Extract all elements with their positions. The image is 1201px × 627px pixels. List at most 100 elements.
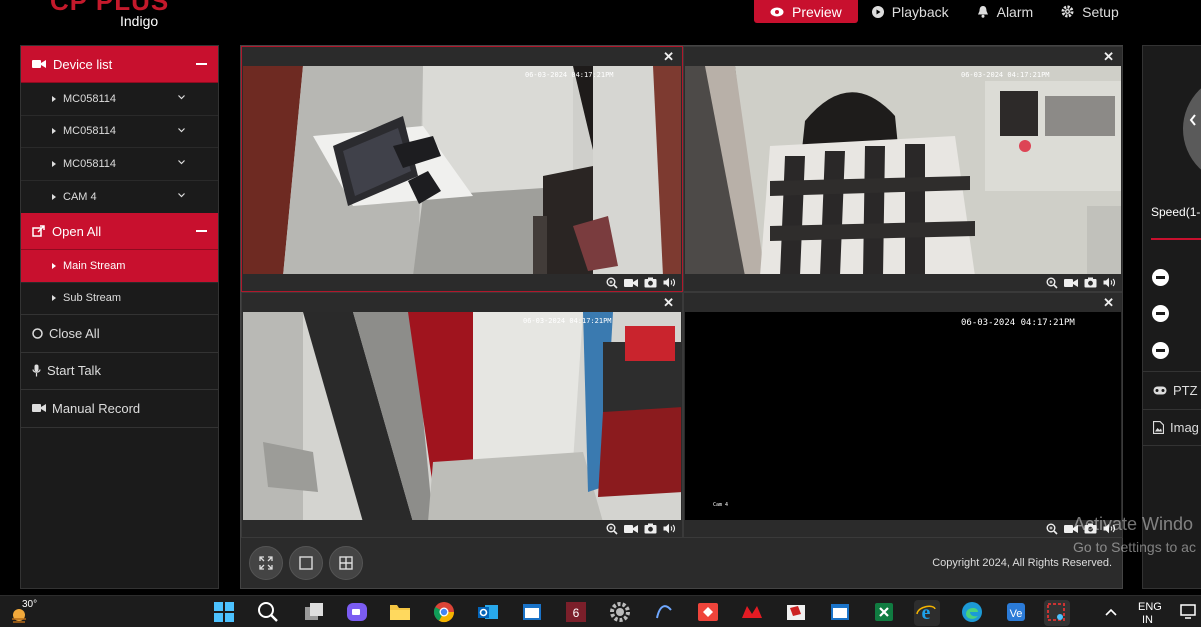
search-button[interactable] xyxy=(256,600,282,626)
single-view-button[interactable] xyxy=(289,546,323,580)
zoom-icon[interactable] xyxy=(1046,523,1058,535)
close-icon[interactable]: ✕ xyxy=(1103,295,1114,311)
record-icon[interactable] xyxy=(1064,278,1078,288)
device-item[interactable]: MC058114 xyxy=(21,83,218,116)
start-talk-button[interactable]: Start Talk xyxy=(21,353,218,390)
camera-scene-3 xyxy=(243,312,681,520)
nav-playback[interactable]: Playback xyxy=(858,0,963,23)
record-icon[interactable] xyxy=(624,524,638,534)
device-list-header[interactable]: Device list xyxy=(21,46,218,83)
weather-widget[interactable]: 30° xyxy=(8,599,48,625)
app-window-2[interactable] xyxy=(828,600,854,626)
image-button[interactable]: Imag xyxy=(1143,409,1201,446)
close-icon[interactable]: ✕ xyxy=(1103,49,1114,65)
device-item[interactable]: MC058114 xyxy=(21,116,218,148)
nav-alarm[interactable]: Alarm xyxy=(963,0,1048,23)
ptz-direction-pad[interactable] xyxy=(1183,74,1201,184)
nav-preview[interactable]: Preview xyxy=(754,0,858,23)
region-code: IN xyxy=(1142,614,1153,626)
file-explorer-app[interactable] xyxy=(388,600,414,626)
script-icon xyxy=(656,605,672,619)
speed-slider[interactable] xyxy=(1151,238,1201,240)
outlook-app[interactable] xyxy=(476,600,502,626)
speed-label: Speed(1- xyxy=(1151,205,1201,219)
chevron-down-icon[interactable] xyxy=(178,127,185,133)
iris-out-button[interactable] xyxy=(1152,342,1169,359)
app-ve[interactable]: Ve xyxy=(1004,600,1030,626)
start-button[interactable] xyxy=(212,600,238,626)
microchip-app[interactable] xyxy=(740,600,766,626)
snapshot-icon[interactable] xyxy=(644,277,657,288)
tally-app[interactable]: 6 xyxy=(564,600,590,626)
anydesk-app[interactable] xyxy=(696,600,722,626)
focus-out-button[interactable] xyxy=(1152,305,1169,322)
edge-app[interactable] xyxy=(960,600,986,626)
script-app[interactable] xyxy=(652,600,678,626)
record-icon[interactable] xyxy=(624,278,638,288)
ve-app-icon: Ve xyxy=(1007,603,1025,621)
manual-record-button[interactable]: Manual Record xyxy=(21,390,218,428)
camera-cell-2[interactable]: ✕ 06-03-2024 04:17:21PM xyxy=(683,46,1123,292)
snapshot-icon[interactable] xyxy=(644,523,657,534)
open-all-header[interactable]: Open All xyxy=(21,213,218,250)
camera-feed[interactable]: 06-03-2024 04:17:21PM xyxy=(685,66,1121,274)
zoom-icon[interactable] xyxy=(1046,277,1058,289)
window-app-icon xyxy=(523,604,541,620)
app-red-box[interactable] xyxy=(784,600,810,626)
audio-icon[interactable] xyxy=(1103,277,1116,288)
monitor-icon[interactable] xyxy=(1180,604,1196,620)
chevron-left-icon[interactable] xyxy=(1189,114,1197,126)
camera-feed[interactable]: 06-03-2024 04:17:21PM xyxy=(243,66,681,274)
audio-icon[interactable] xyxy=(663,277,676,288)
brand-sub: Indigo xyxy=(120,13,159,29)
camera-cell-3[interactable]: ✕ 06-03-2024 04:17:21PM xyxy=(241,292,683,538)
quad-view-button[interactable] xyxy=(329,546,363,580)
camera-feed[interactable]: 06-03-2024 04:17:21PM xyxy=(243,312,681,520)
device-item[interactable]: CAM 4 xyxy=(21,181,218,214)
logo-mark-icon xyxy=(18,0,48,6)
close-icon[interactable]: ✕ xyxy=(663,295,674,311)
collapse-icon[interactable] xyxy=(196,230,207,232)
camera-feed[interactable]: 06-03-2024 04:17:21PM Cam 4 xyxy=(685,312,1121,520)
zoom-out-button[interactable] xyxy=(1152,269,1169,286)
zoom-icon[interactable] xyxy=(606,523,618,535)
close-icon[interactable]: ✕ xyxy=(663,49,674,65)
cell-title-bar: ✕ xyxy=(684,293,1122,312)
activate-windows-subtitle: Go to Settings to ac xyxy=(1073,539,1196,555)
task-view-button[interactable] xyxy=(302,600,328,626)
nav-setup[interactable]: Setup xyxy=(1047,0,1133,23)
stream-sub-label: Sub Stream xyxy=(63,292,122,305)
excel-app[interactable] xyxy=(872,600,898,626)
camera-cell-1[interactable]: ✕ 06-03-2024 04:17:21PM xyxy=(241,46,683,292)
device-item-label: CAM 4 xyxy=(63,190,97,203)
fullscreen-button[interactable] xyxy=(249,546,283,580)
cell-controls xyxy=(606,521,676,536)
close-all-button[interactable]: Close All xyxy=(21,315,218,353)
chat-app[interactable] xyxy=(345,600,371,626)
collapse-icon[interactable] xyxy=(196,63,207,65)
zoom-icon[interactable] xyxy=(606,277,618,289)
stream-main[interactable]: Main Stream xyxy=(21,250,218,283)
app-root: CP PLUS Indigo Preview Playback Alarm Se… xyxy=(0,0,1201,627)
play-circle-icon xyxy=(871,5,884,18)
search-icon xyxy=(258,602,278,622)
camera-cell-4[interactable]: ✕ 06-03-2024 04:17:21PM Cam 4 xyxy=(683,292,1123,538)
language-indicator[interactable]: ENG IN xyxy=(1138,601,1162,627)
audio-icon[interactable] xyxy=(663,523,676,534)
chrome-app[interactable] xyxy=(432,600,458,626)
snipping-tool-app[interactable] xyxy=(1044,600,1070,626)
nav-alarm-label: Alarm xyxy=(996,3,1034,20)
ie-app[interactable]: e xyxy=(914,600,940,626)
camera-scene-1 xyxy=(243,66,681,274)
chevron-down-icon[interactable] xyxy=(178,160,185,165)
stream-sub[interactable]: Sub Stream xyxy=(21,283,218,315)
chevron-down-icon[interactable] xyxy=(178,95,185,100)
snapshot-icon[interactable] xyxy=(1084,277,1097,288)
ptz-button[interactable]: PTZ xyxy=(1143,371,1201,408)
device-item[interactable]: MC058114 xyxy=(21,148,218,181)
caret-right-icon xyxy=(52,193,56,200)
settings-app[interactable] xyxy=(608,600,634,626)
app-window[interactable] xyxy=(520,600,546,626)
chevron-up-icon[interactable] xyxy=(1105,608,1117,616)
chevron-down-icon[interactable] xyxy=(178,192,185,198)
